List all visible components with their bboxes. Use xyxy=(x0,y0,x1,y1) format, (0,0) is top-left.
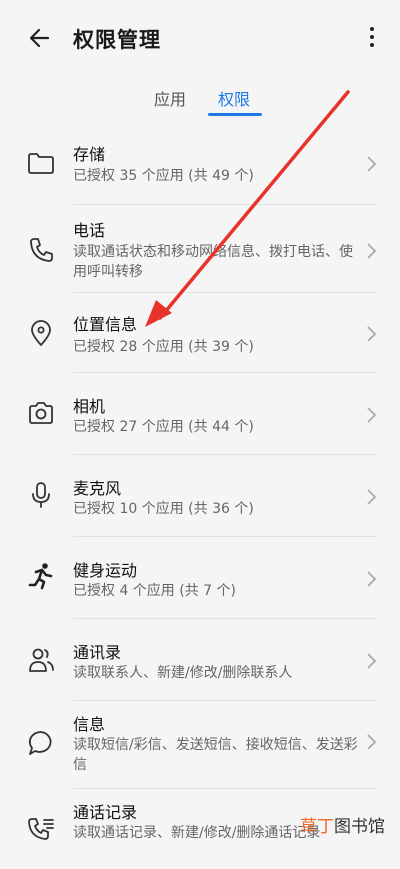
permission-description: 读取联系人、新建/修改/删除联系人 xyxy=(73,665,293,681)
back-arrow-icon[interactable] xyxy=(26,23,56,53)
folder-icon xyxy=(28,153,54,174)
camera-icon xyxy=(29,402,53,424)
chevron-right-icon xyxy=(367,326,377,342)
contacts-icon xyxy=(29,648,54,672)
more-options-icon[interactable] xyxy=(362,22,382,52)
permission-row-contacts[interactable]: 通讯录 读取联系人、新建/修改/删除联系人 xyxy=(0,619,400,699)
tab-bar: 应用 权限 xyxy=(0,80,400,120)
permission-row-microphone[interactable]: 麦克风 已授权 10 个应用 (共 36 个) xyxy=(0,455,400,537)
permission-description: 读取通话状态和移动网络信息、拨打电话、使用呼叫转移 xyxy=(73,244,353,280)
phone-icon xyxy=(30,238,53,262)
permission-description: 已授权 4 个应用 (共 7 个) xyxy=(73,583,236,599)
permission-row-storage[interactable]: 存储 已授权 35 个应用 (共 49 个) xyxy=(0,124,400,204)
permission-row-messages[interactable]: 信息 读取短信/彩信、发送短信、接收短信、发送彩信 xyxy=(0,701,400,793)
microphone-icon xyxy=(32,482,50,508)
chevron-right-icon xyxy=(367,571,377,587)
permission-row-fitness[interactable]: 健身运动 已授权 4 个应用 (共 7 个) xyxy=(0,537,400,619)
app-header: 权限管理 xyxy=(0,0,400,76)
permission-name: 存储 xyxy=(73,145,106,164)
active-tab-indicator xyxy=(208,113,262,116)
chevron-right-icon xyxy=(367,407,377,423)
permission-name: 信息 xyxy=(73,715,106,734)
location-pin-icon xyxy=(31,320,51,346)
message-icon xyxy=(28,731,52,755)
watermark-part2: 图书馆 xyxy=(334,817,385,837)
chevron-right-icon xyxy=(367,156,377,172)
permission-description: 已授权 10 个应用 (共 36 个) xyxy=(73,501,254,517)
permission-name: 电话 xyxy=(73,221,106,240)
permission-name: 通话记录 xyxy=(73,803,138,822)
permission-description: 读取短信/彩信、发送短信、接收短信、发送彩信 xyxy=(73,737,358,773)
chevron-right-icon xyxy=(367,734,377,750)
permission-name: 位置信息 xyxy=(73,315,138,334)
call-log-icon xyxy=(28,818,54,840)
permission-name: 相机 xyxy=(73,397,106,416)
watermark: 草丁图书馆 xyxy=(300,812,385,837)
watermark-part1: 草丁 xyxy=(300,817,334,837)
chevron-right-icon xyxy=(367,243,377,259)
chevron-right-icon xyxy=(367,653,377,669)
tab-apps[interactable]: 应用 xyxy=(154,86,186,110)
page-title: 权限管理 xyxy=(73,28,161,52)
permission-description: 已授权 35 个应用 (共 49 个) xyxy=(73,168,254,184)
running-icon xyxy=(28,563,53,590)
permission-name: 健身运动 xyxy=(73,561,138,580)
chevron-right-icon xyxy=(367,489,377,505)
permission-row-phone[interactable]: 电话 读取通话状态和移动网络信息、拨打电话、使用呼叫转移 xyxy=(0,205,400,297)
permission-name: 通讯录 xyxy=(73,643,122,662)
permission-description: 已授权 28 个应用 (共 39 个) xyxy=(73,339,254,355)
permission-description: 已授权 27 个应用 (共 44 个) xyxy=(73,419,254,435)
permission-row-camera[interactable]: 相机 已授权 27 个应用 (共 44 个) xyxy=(0,373,400,455)
permission-name: 麦克风 xyxy=(73,479,122,498)
permission-row-location[interactable]: 位置信息 已授权 28 个应用 (共 39 个) xyxy=(0,293,400,373)
tab-permissions[interactable]: 权限 xyxy=(218,86,250,110)
